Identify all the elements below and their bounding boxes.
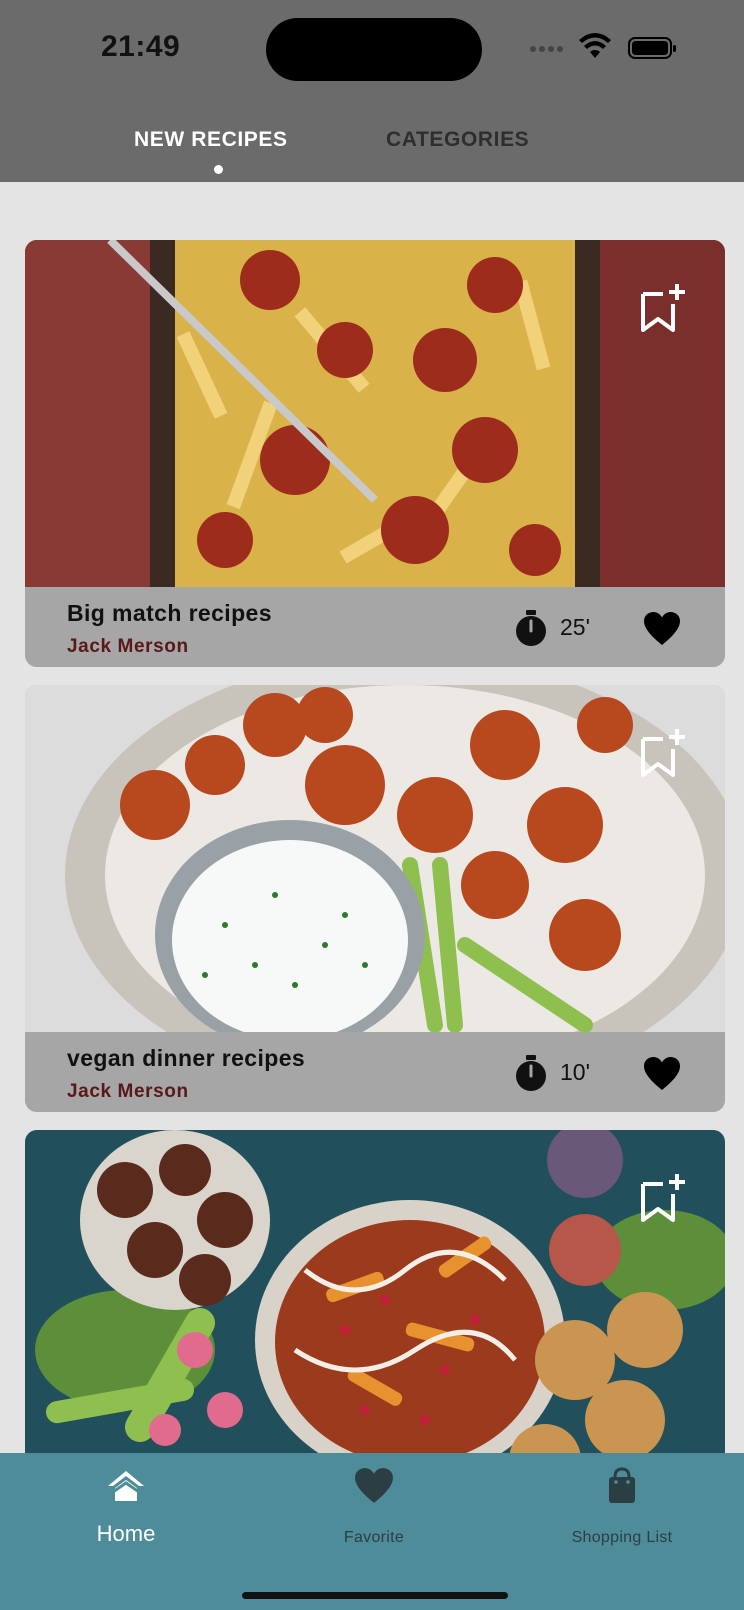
cellular-signal-icon xyxy=(530,46,563,52)
home-indicator xyxy=(242,1592,508,1599)
recipe-card[interactable]: vegan dinner recipes Jack Merson 10' xyxy=(25,685,725,1112)
nav-favorite[interactable]: Favorite xyxy=(250,1453,498,1573)
recipe-title: vegan dinner recipes xyxy=(67,1045,306,1071)
shopping-bag-icon xyxy=(609,1467,635,1503)
recipe-duration: 25' xyxy=(560,614,590,640)
home-icon xyxy=(108,1471,144,1501)
recipe-title: Big match recipes xyxy=(67,600,272,626)
recipe-info-bar: Big match recipes Jack Merson 25' xyxy=(25,587,725,667)
heart-icon[interactable] xyxy=(643,611,681,647)
add-bookmark-icon[interactable] xyxy=(637,1172,689,1224)
stopwatch-icon xyxy=(516,1055,546,1091)
nav-favorite-label: Favorite xyxy=(343,1529,405,1546)
bottom-navigation: Home Favorite Shopping List xyxy=(0,1453,744,1610)
recipe-card[interactable]: Big match recipes Jack Merson 25' xyxy=(25,240,725,667)
dynamic-island xyxy=(266,18,482,81)
heart-icon[interactable] xyxy=(643,1056,681,1092)
add-bookmark-icon[interactable] xyxy=(637,727,689,779)
recipe-info-bar: vegan dinner recipes Jack Merson 10' xyxy=(25,1032,725,1112)
top-bar: 21:49 NEW RECIPES CATEGORIES xyxy=(0,0,744,182)
recipe-author: Jack Merson xyxy=(67,636,189,657)
recipe-duration: 10' xyxy=(560,1059,590,1085)
heart-icon xyxy=(355,1468,393,1503)
add-bookmark-icon[interactable] xyxy=(637,282,689,334)
recipe-tabs: NEW RECIPES CATEGORIES xyxy=(0,120,744,174)
recipe-author: Jack Merson xyxy=(67,1081,189,1102)
stopwatch-icon xyxy=(516,610,546,646)
nav-shopping-list-label: Shopping List xyxy=(571,1529,673,1546)
nav-home-label: Home xyxy=(96,1521,156,1546)
active-tab-indicator xyxy=(214,165,223,174)
recipe-image xyxy=(25,685,725,1032)
nav-home[interactable]: Home xyxy=(2,1453,250,1573)
nav-shopping-list[interactable]: Shopping List xyxy=(498,1453,744,1573)
tab-new-recipes[interactable]: NEW RECIPES xyxy=(134,128,288,152)
tab-categories[interactable]: CATEGORIES xyxy=(386,128,529,152)
status-time: 21:49 xyxy=(101,30,181,63)
wifi-icon xyxy=(579,33,611,58)
battery-icon xyxy=(628,37,676,59)
recipe-image xyxy=(25,240,725,587)
